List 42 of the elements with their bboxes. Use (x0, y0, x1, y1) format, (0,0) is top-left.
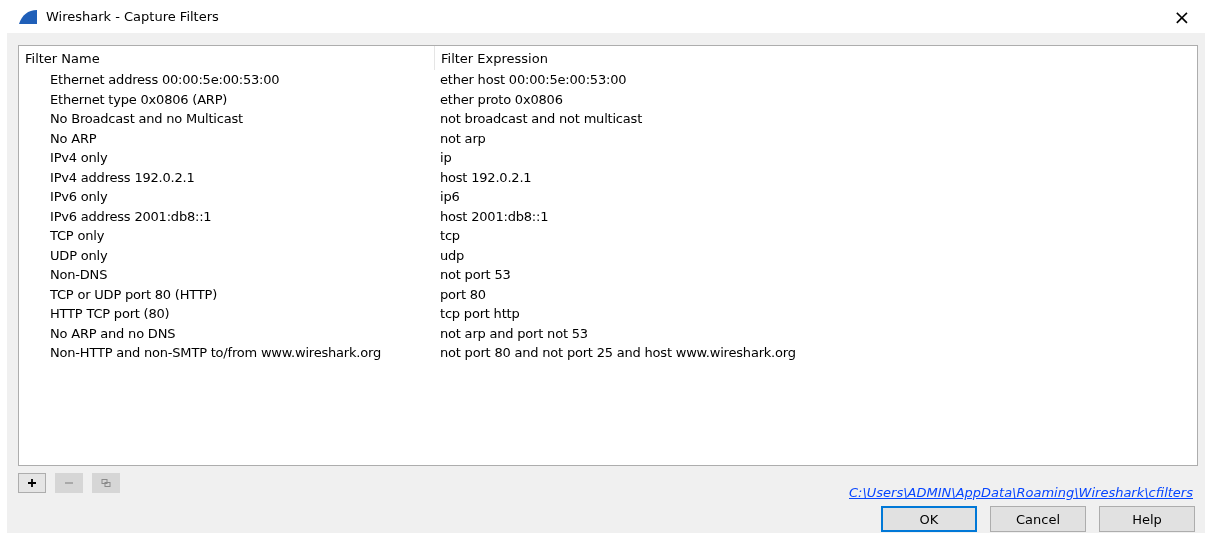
table-cell-text: Non-DNS (49, 267, 109, 283)
dialog-button[interactable]: Cancel (990, 506, 1086, 532)
table-cell: ip (440, 150, 452, 166)
table-cell-text: IPv4 only (49, 150, 109, 166)
close-button[interactable]: × (1165, 1, 1199, 32)
table-cell: ether proto 0x0806 (440, 91, 563, 107)
table-cell: host 2001:db8::1 (440, 208, 549, 224)
table-cell: tcp port http (440, 306, 520, 322)
table-cell: not arp (440, 130, 486, 146)
table-cell: tcp (440, 228, 460, 244)
table-cell: port 80 (440, 286, 486, 302)
window-title: Wireshark - Capture Filters (46, 9, 219, 24)
copy-icon (101, 478, 111, 488)
fin-logo-icon (18, 8, 38, 25)
table-cell: not port 53 (440, 267, 511, 283)
table-cell-text: No Broadcast and no Multicast (49, 111, 244, 127)
column-header[interactable]: Filter Expression (435, 46, 548, 70)
table-cell-text: HTTP TCP port (80) (49, 306, 171, 322)
table-cell-text: Non-HTTP and non-SMTP to/from www.wireshark.org (49, 345, 382, 361)
dialog-button[interactable]: Help (1099, 506, 1195, 532)
table-cell-text: IPv6 address 2001:db8::1 (49, 208, 213, 224)
table-cell: not arp and port not 53 (440, 325, 588, 341)
table-cell-text: Ethernet address 00:00:5e:00:53:00 (49, 72, 281, 88)
dialog-button[interactable]: OK (881, 506, 977, 532)
file-path-link[interactable]: C:\Users\ADMIN\AppData\Roaming\Wireshark\cfilters (849, 484, 1193, 500)
table-cell-text: Ethernet type 0x0806 (ARP) (49, 91, 229, 107)
add-button[interactable] (18, 473, 46, 493)
table-cell: not broadcast and not multicast (440, 111, 643, 127)
table-cell: ip6 (440, 189, 460, 205)
table-cell: host 192.0.2.1 (440, 169, 532, 185)
table-cell-text: TCP or UDP port 80 (HTTP) (49, 286, 219, 302)
table-cell: ether host 00:00:5e:00:53:00 (440, 72, 627, 88)
table-cell-text: UDP only (49, 247, 109, 263)
table-cell-text: No ARP and no DNS (49, 325, 177, 341)
table-cell-text: IPv4 address 192.0.2.1 (49, 169, 196, 185)
plus-icon (27, 478, 37, 488)
table-cell-text: TCP only (49, 228, 106, 244)
table-cell: not port 80 and not port 25 and host www.wireshark.org (440, 345, 796, 361)
column-header[interactable]: Filter Name (19, 46, 435, 70)
table-cell-text: No ARP (49, 130, 98, 146)
table-cell-text: IPv6 only (49, 189, 109, 205)
table-cell: udp (440, 247, 465, 263)
